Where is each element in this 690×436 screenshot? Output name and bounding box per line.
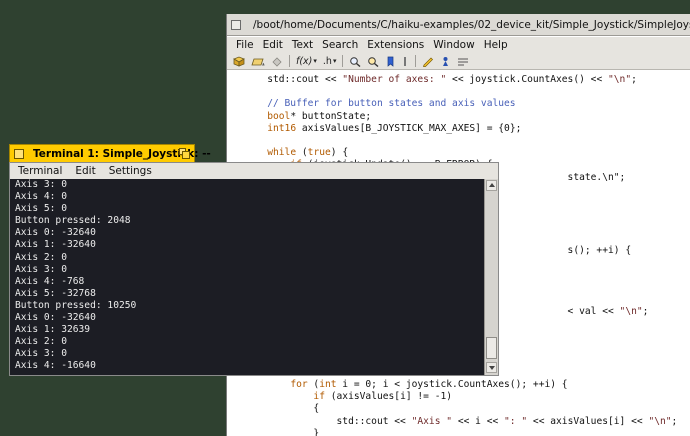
terminal-line: Axis 2: 0: [15, 251, 67, 263]
toolbar-separator: [289, 55, 290, 67]
terminal-line: Axis 3: 0: [15, 348, 67, 360]
terminal-line: Axis 4: 0: [15, 191, 67, 203]
toolbar-separator: [415, 55, 417, 67]
code-line: // Buffer for button states and axis val…: [226, 98, 516, 110]
run-icon[interactable]: [440, 56, 451, 67]
terminal-title-tab[interactable]: Terminal 1: Simple_Joystick: --: [9, 144, 211, 162]
scroll-down-icon[interactable]: [486, 362, 497, 373]
open-icon[interactable]: [251, 56, 265, 67]
terminal-line: Axis 1: -32640: [15, 239, 96, 251]
terminal-output[interactable]: Axis 3: 0 Axis 4: 0 Axis 5: 0 Button presse…: [10, 179, 484, 375]
editor-title: /boot/home/Documents/C/haiku-examples/02…: [253, 18, 690, 31]
terminal-line: Button pressed: 2048: [15, 215, 131, 227]
reload-icon[interactable]: [271, 56, 283, 67]
terminal-line: Axis 4: -768: [15, 275, 85, 287]
editor-title-tab[interactable]: /boot/home/Documents/C/haiku-examples/02…: [227, 14, 690, 36]
code-line: std::cout << "Number of axes: " << joyst…: [226, 74, 637, 85]
code-line: {: [226, 403, 320, 415]
terminal-line: Axis 2: 0: [15, 336, 67, 348]
code-line: }: [226, 427, 320, 436]
menu-edit[interactable]: Edit: [62, 165, 95, 177]
terminal-line: Axis 5: -32768: [15, 287, 96, 299]
bookmark-icon[interactable]: [385, 56, 395, 67]
wrap-icon[interactable]: [457, 56, 469, 67]
menu-settings[interactable]: Settings: [96, 165, 152, 177]
menu-window[interactable]: Window: [424, 39, 474, 51]
menu-terminal[interactable]: Terminal: [10, 165, 62, 177]
close-icon[interactable]: [14, 148, 24, 159]
menu-edit[interactable]: Edit: [254, 39, 283, 51]
code-line: bool* buttonState;: [267, 110, 372, 122]
toolbar-separator: [342, 55, 344, 67]
terminal-line: Axis 0: -32640: [15, 312, 96, 324]
terminal-line: Axis 3: 0: [15, 179, 67, 190]
find-replace-icon[interactable]: [367, 56, 379, 67]
terminal-line: Axis 5: 0: [15, 203, 67, 215]
terminal-line: Button pressed: 10250: [15, 299, 137, 311]
menu-text[interactable]: Text: [283, 39, 313, 51]
editor-toolbar: f(x) ▾ .h ▾: [227, 53, 690, 70]
terminal-body: Terminal Edit Settings Axis 3: 0 Axis 4: …: [9, 162, 499, 376]
terminal-menubar: Terminal Edit Settings: [10, 163, 498, 179]
chevron-down-icon: ▾: [332, 57, 337, 65]
terminal-window: Terminal 1: Simple_Joystick: -- Terminal…: [9, 144, 499, 376]
edit-icon[interactable]: [422, 56, 434, 67]
terminal-line: Axis 0: -32640: [15, 227, 96, 239]
menu-file[interactable]: File: [227, 39, 254, 51]
code-line: std::cout << "Axis " << i << ": " << axi…: [226, 415, 678, 427]
menu-help[interactable]: Help: [475, 39, 508, 51]
menu-extensions[interactable]: Extensions: [358, 39, 424, 51]
code-line: for (int i = 0; i < joystick.CountAxes()…: [290, 379, 568, 390]
terminal-scrollbar[interactable]: [484, 179, 498, 375]
header-menu-button[interactable]: .h ▾: [323, 56, 337, 67]
menu-search[interactable]: Search: [313, 39, 358, 51]
chevron-down-icon: ▾: [313, 57, 317, 65]
terminal-line: Axis 1: 32639: [15, 324, 91, 336]
code-line: if (axisValues[i] != -1): [313, 391, 453, 403]
scroll-up-icon[interactable]: [486, 180, 497, 191]
terminal-line: Axis 3: 0: [15, 263, 67, 275]
terminal-line: Axis 4: -16640: [15, 360, 96, 372]
close-icon[interactable]: [231, 19, 241, 30]
find-icon[interactable]: [349, 56, 361, 67]
save-icon[interactable]: [233, 56, 245, 67]
editor-menubar: File Edit Text Search Extensions Window …: [227, 37, 690, 53]
zoom-icon[interactable]: [179, 148, 190, 159]
line-icon[interactable]: [401, 56, 409, 67]
code-line: int16 axisValues[B_JOYSTICK_MAX_AXES] = …: [267, 122, 522, 134]
scrollbar-thumb[interactable]: [486, 337, 497, 359]
function-menu-button[interactable]: f(x) ▾: [296, 56, 317, 67]
